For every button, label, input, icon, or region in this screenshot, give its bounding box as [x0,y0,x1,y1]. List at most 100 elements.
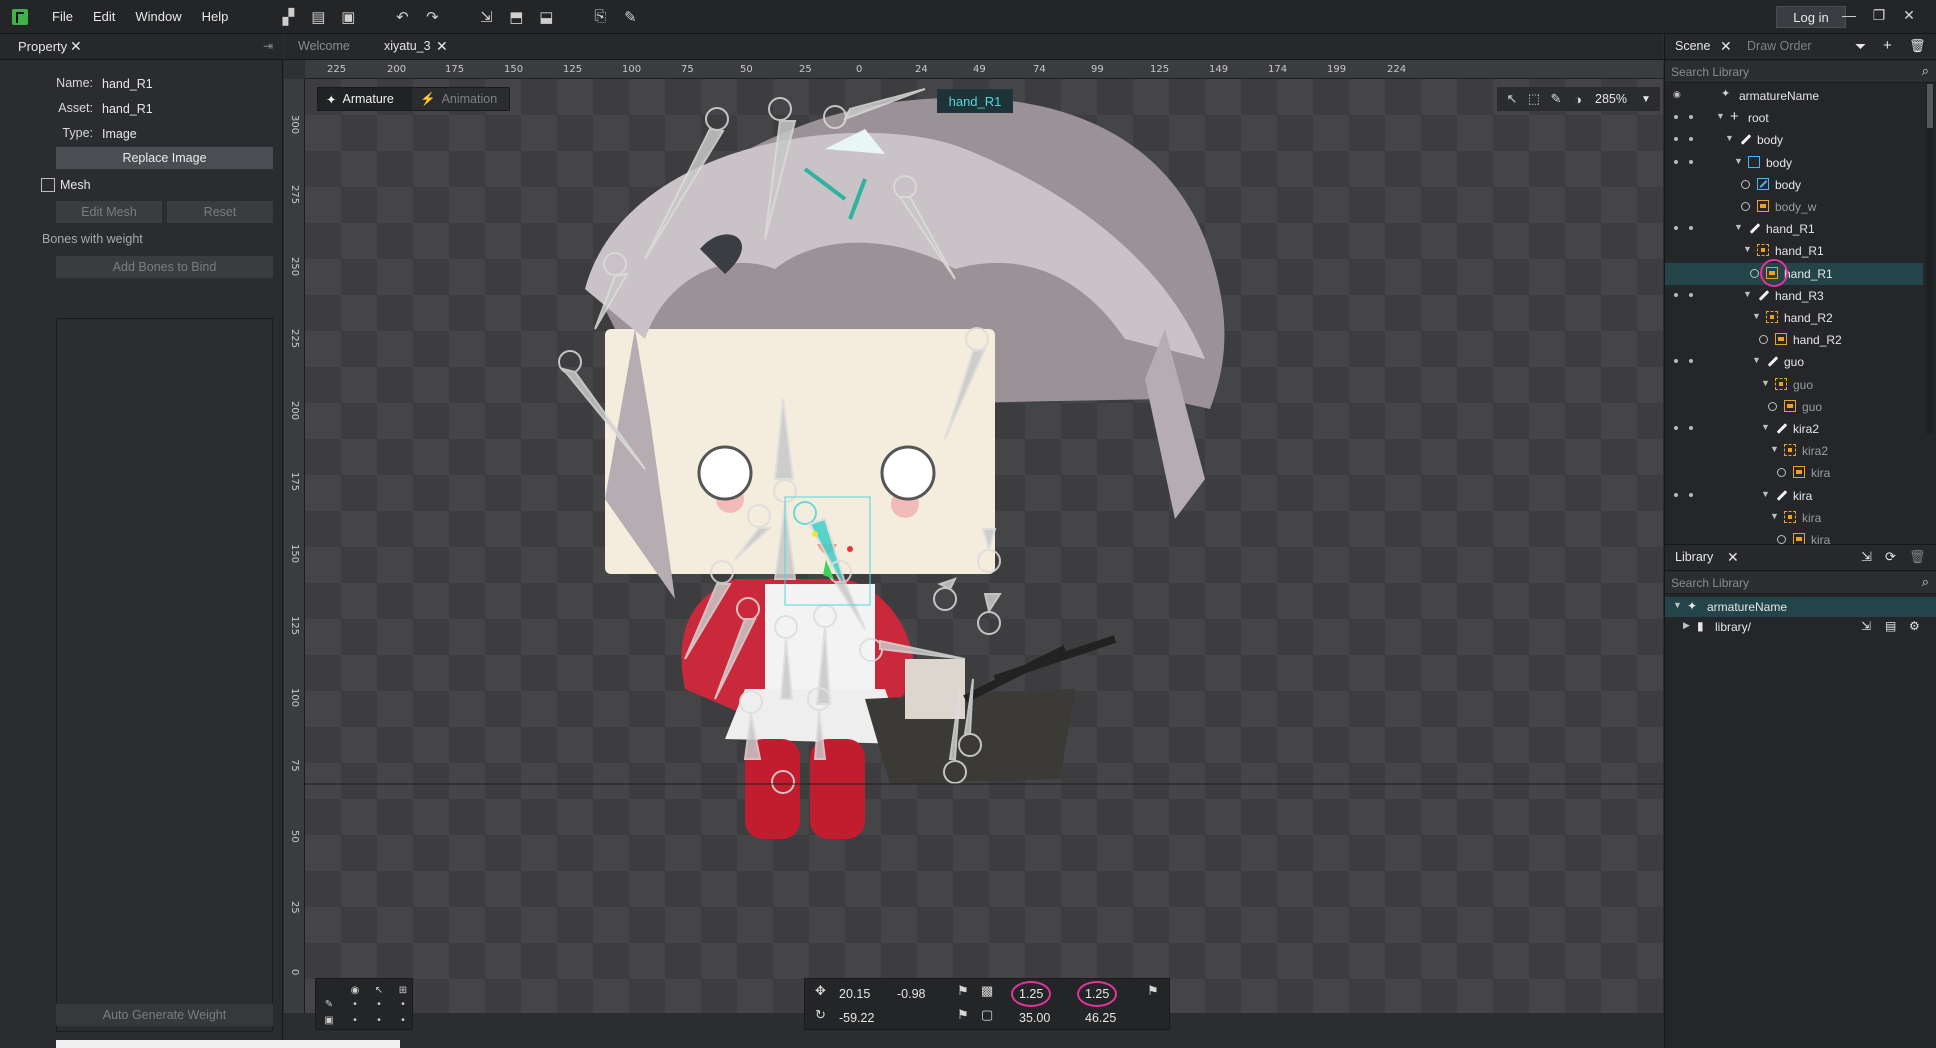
scene-tree-item[interactable]: body [1665,174,1923,196]
chevron-down-icon[interactable]: ▼ [1673,600,1682,610]
visibility-dot-icon[interactable] [1674,292,1678,297]
flag-icon[interactable]: ⚑ [957,1007,969,1023]
chevron-down-icon[interactable]: ▼ [1716,111,1725,121]
width-field[interactable]: 35.00 [1019,1011,1050,1025]
flag-icon[interactable]: ⚑ [957,983,969,999]
scene-tree-item[interactable]: body_w [1665,196,1923,218]
visibility-circle-icon[interactable] [1777,535,1786,544]
eye-icon[interactable]: ◉ [1673,89,1681,100]
open-folder-icon[interactable]: ▤ [308,7,328,27]
tab-library[interactable]: Library [1675,550,1713,564]
chevron-down-icon[interactable]: ▼ [1761,378,1770,388]
tab-scene[interactable]: Scene [1675,39,1710,53]
replace-image-button[interactable]: Replace Image [56,147,273,169]
armature-mode-button[interactable]: ✦ Armature [318,88,412,110]
folder-icon[interactable]: ▤ [1885,619,1896,633]
export-icon[interactable]: ⎘ [590,7,610,27]
position-x-field[interactable]: 20.15 [839,987,870,1001]
auto-generate-weight-button[interactable]: Auto Generate Weight [56,1004,273,1026]
scene-tree-item[interactable]: ▼ hand_R1 [1665,240,1923,262]
visibility-dot-icon[interactable] [1674,426,1678,430]
dot-icon[interactable]: • [346,1011,364,1029]
dot-icon[interactable]: • [394,1011,412,1029]
import-icon[interactable]: ⇲ [1861,619,1871,633]
export-folder-icon[interactable]: ⬓ [536,7,556,27]
tab-welcome[interactable]: Welcome [298,39,350,53]
scene-tree-item[interactable]: ◉ armatureName [1665,85,1923,107]
lock-dot-icon[interactable] [1689,115,1693,120]
chevron-down-icon[interactable]: ▼ [1761,422,1770,432]
filter-icon[interactable]: ⏷ [1855,38,1866,55]
scene-tree-item[interactable]: ▼ hand_R3 [1665,285,1923,307]
scene-tree-item[interactable]: ▼ kira [1665,485,1923,507]
visibility-dot-icon[interactable] [1674,359,1678,364]
render-icon[interactable]: ◑ [1571,92,1585,107]
scene-tree-item[interactable]: ▼ hand_R2 [1665,307,1923,329]
refresh-icon[interactable]: ⟳ [1885,549,1896,565]
edit-mesh-button[interactable]: Edit Mesh [56,201,162,223]
scene-tree-item[interactable]: kira [1665,462,1923,484]
transform-tool-icon[interactable]: ⬚ [1527,91,1541,107]
visibility-circle-icon[interactable] [1741,179,1750,189]
close-icon[interactable]: ✕ [436,38,448,55]
reset-button[interactable]: Reset [167,201,273,223]
delete-icon[interactable]: 🗑 [1909,38,1926,54]
lock-dot-icon[interactable] [1689,159,1693,164]
select-tool-icon[interactable]: ↖ [1505,91,1519,107]
scene-scrollbar[interactable] [1926,84,1934,434]
library-item-folder[interactable]: ▶ ▮ library/ ⇲ ▤ ⚙ [1665,617,1936,637]
chevron-down-icon[interactable]: ▼ [1734,156,1743,166]
mesh-checkbox[interactable] [41,178,55,192]
tab-xiyatu[interactable]: xiyatu_3 [384,39,431,53]
login-button[interactable]: Log in [1776,6,1846,28]
dot-icon[interactable]: • [370,1011,388,1029]
import-folder-icon[interactable]: ⬒ [506,7,526,27]
visibility-dot-icon[interactable] [1674,137,1678,142]
delete-icon[interactable]: 🗑 [1909,549,1926,565]
add-bones-button[interactable]: Add Bones to Bind [56,256,273,278]
visibility-dot-icon[interactable] [1674,226,1678,231]
restore-icon[interactable]: ❐ [1868,4,1890,26]
library-item-armature[interactable]: ▼ ✦ armatureName [1665,597,1936,617]
lock-dot-icon[interactable] [1689,137,1693,142]
lock-dot-icon[interactable] [1689,492,1693,497]
chevron-down-icon[interactable]: ▼ [1752,311,1761,321]
edit-note-icon[interactable]: ✎ [620,7,640,27]
chevron-down-icon[interactable]: ▼ [1641,94,1651,105]
menu-file[interactable]: File [42,9,83,24]
visibility-dot-icon[interactable] [1674,159,1678,164]
visibility-circle-icon[interactable] [1759,335,1768,345]
lock-dot-icon[interactable] [1689,226,1693,231]
name-value[interactable]: hand_R1 [102,77,153,91]
rotation-field[interactable]: -59.22 [839,1011,874,1025]
chevron-down-icon[interactable]: ▼ [1734,222,1743,232]
chevron-down-icon[interactable]: ▼ [1752,355,1761,365]
close-icon[interactable]: ✕ [1898,4,1920,26]
visibility-circle-icon[interactable] [1768,401,1777,411]
scene-tree-item[interactable]: hand_R1 [1665,258,1923,287]
add-icon[interactable]: + [1883,37,1892,54]
scene-search[interactable]: Search Library ⌕ [1665,61,1936,83]
scene-tree-item[interactable]: ▼ body [1665,129,1923,151]
new-project-icon[interactable]: ▞ [278,7,298,27]
visibility-circle-icon[interactable] [1741,202,1750,211]
chevron-down-icon[interactable]: ▼ [1770,511,1779,521]
visibility-circle-icon[interactable] [1750,268,1759,278]
scene-tree-item[interactable]: ▼ guo [1665,374,1923,396]
scene-tree-item[interactable]: ▼ hand_R1 [1665,218,1923,240]
property-tab[interactable]: Property ✕ ⇥ [0,34,283,60]
chevron-down-icon[interactable]: ▼ [1725,133,1734,143]
undo-icon[interactable]: ↶ [392,7,412,27]
minimize-icon[interactable]: — [1838,4,1860,26]
height-field[interactable]: 46.25 [1085,1011,1116,1025]
animation-mode-button[interactable]: ⚡ Animation [412,88,505,110]
bones-list[interactable] [56,318,273,1032]
lock-dot-icon[interactable] [1689,426,1693,430]
menu-edit[interactable]: Edit [83,9,125,24]
scene-tree-item[interactable]: ▼ guo [1665,351,1923,373]
brush-tool-icon[interactable]: ✎ [1549,91,1563,107]
import-icon[interactable]: ⇲ [476,7,496,27]
character-artwork[interactable] [305,79,1663,1013]
lock-dot-icon[interactable] [1689,359,1693,364]
scene-tree-item[interactable]: ▼ kira2 [1665,440,1923,462]
